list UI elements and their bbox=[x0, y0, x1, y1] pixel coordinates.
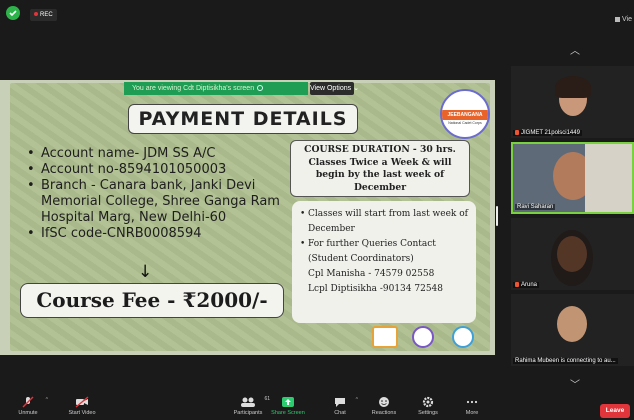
participant-hair bbox=[551, 230, 593, 286]
recording-badge[interactable]: REC bbox=[30, 9, 57, 21]
reactions-label: Reactions bbox=[371, 410, 397, 416]
record-dot-icon bbox=[34, 12, 38, 17]
chat-button[interactable]: Chat ^ bbox=[328, 396, 358, 416]
participant-hair bbox=[555, 76, 591, 98]
participant-name: Rahima Mubeen is connecting to au... bbox=[513, 358, 618, 364]
logo-college-icon bbox=[412, 326, 434, 348]
participant-face bbox=[557, 306, 587, 342]
chat-label: Chat bbox=[334, 410, 346, 416]
video-tile[interactable]: Rahima Mubeen is connecting to au... bbox=[511, 294, 634, 366]
view-options-label: View Options bbox=[310, 85, 352, 92]
start-video-button[interactable]: Start Video bbox=[64, 396, 100, 416]
background-wall bbox=[585, 144, 632, 212]
participant-name-text: JIGMET 21polsci1449 bbox=[521, 130, 580, 136]
muted-mic-icon bbox=[515, 281, 519, 287]
view-menu[interactable]: Vie bbox=[615, 16, 632, 23]
grid-view-icon bbox=[615, 16, 620, 22]
participant-name-text: Ravi Saharan bbox=[517, 204, 554, 210]
partner-logos bbox=[368, 324, 480, 352]
gear-icon bbox=[422, 396, 434, 408]
view-label: Vie bbox=[622, 16, 632, 23]
participants-label: Participants bbox=[233, 410, 263, 416]
course-fee: Course Fee - ₹2000/- bbox=[20, 283, 284, 318]
class-info-box: Classes will start from last week of Dec… bbox=[292, 201, 476, 323]
participant-name: Ravi Saharan bbox=[515, 204, 556, 210]
more-button[interactable]: More bbox=[460, 396, 484, 416]
account-details-list: Account name- JDM SS A/C Account no-8594… bbox=[27, 146, 285, 242]
rec-label: REC bbox=[40, 12, 53, 18]
start-video-label: Start Video bbox=[68, 410, 96, 416]
contact-diptisikha: Lcpl Diptisikha -90134 72548 bbox=[308, 284, 444, 294]
participants-icon bbox=[241, 397, 255, 407]
viewing-banner-text: You are viewing Cdt Diptisikha's screen bbox=[132, 85, 255, 92]
pin-icon bbox=[257, 85, 264, 92]
muted-microphone-icon bbox=[22, 396, 34, 408]
video-tile-active-speaker[interactable]: Ravi Saharan bbox=[511, 142, 634, 214]
top-bar: REC Vie bbox=[0, 0, 634, 30]
down-arrow-icon: ↓ bbox=[138, 262, 153, 282]
participant-name: JIGMET 21polsci1449 bbox=[513, 129, 582, 136]
reactions-icon bbox=[379, 397, 389, 407]
muted-mic-icon bbox=[515, 129, 519, 135]
split-drag-handle[interactable] bbox=[496, 206, 498, 226]
contact-manisha: Cpl Manisha - 74579 02558 bbox=[308, 269, 435, 279]
viewing-banner: You are viewing Cdt Diptisikha's screen bbox=[124, 82, 308, 95]
gallery-down-chevron-icon[interactable]: ﹀ bbox=[569, 376, 581, 391]
logo-badge-icon bbox=[372, 326, 398, 348]
ifsc-code: IfSC code-CNRB0008594 bbox=[27, 226, 285, 242]
class-start-info: Classes will start from last week of Dec… bbox=[298, 207, 470, 237]
view-options-button[interactable]: View Options ⌄ bbox=[310, 82, 359, 95]
more-label: More bbox=[465, 410, 479, 416]
gallery-up-chevron-icon[interactable]: ︿ bbox=[569, 42, 581, 57]
participant-name-text: Aruna bbox=[521, 282, 538, 288]
unmute-button[interactable]: Unmute ^ bbox=[14, 396, 48, 416]
chat-options-caret-icon[interactable]: ^ bbox=[356, 397, 358, 403]
bank-branch: Branch - Canara bank, Janki Devi Memoria… bbox=[27, 178, 285, 226]
security-shield-icon[interactable] bbox=[6, 6, 20, 20]
account-number: Account no-8594101050003 bbox=[27, 162, 285, 178]
video-tile[interactable]: JIGMET 21polsci1449 bbox=[511, 66, 634, 138]
share-screen-icon bbox=[282, 397, 294, 407]
video-tile[interactable]: Aruna bbox=[511, 218, 634, 290]
logo-band: JEEBANGANA bbox=[442, 110, 488, 120]
participant-name: Aruna bbox=[513, 281, 540, 288]
logo-subtitle: National Cadet Corps bbox=[448, 121, 482, 125]
slide-title: PAYMENT DETAILS bbox=[128, 104, 358, 134]
participant-name-text: Rahima Mubeen is connecting to au... bbox=[515, 358, 616, 364]
unmute-label: Unmute bbox=[18, 410, 38, 416]
queries-info: For further Queries Contact (Student Coo… bbox=[298, 237, 470, 267]
participants-button[interactable]: Participants 61 bbox=[228, 396, 270, 416]
leave-button[interactable]: Leave bbox=[600, 404, 630, 418]
chat-icon bbox=[335, 398, 345, 407]
account-name: Account name- JDM SS A/C bbox=[27, 146, 285, 162]
logo-circle-icon bbox=[452, 326, 474, 348]
share-screen-label: Share Screen bbox=[271, 410, 305, 416]
course-duration: COURSE DURATION - 30 hrs. Classes Twice … bbox=[290, 140, 470, 197]
meeting-toolbar: Unmute ^ Start Video Participants 61 Sha… bbox=[0, 395, 634, 420]
ncc-logo: JEEBANGANA National Cadet Corps bbox=[440, 89, 490, 139]
audio-options-caret-icon[interactable]: ^ bbox=[46, 397, 48, 403]
share-screen-button[interactable]: Share Screen bbox=[268, 396, 308, 416]
more-dots-icon bbox=[466, 400, 478, 404]
video-off-icon bbox=[75, 396, 89, 408]
settings-label: Settings bbox=[418, 410, 438, 416]
settings-button[interactable]: Settings bbox=[414, 396, 442, 416]
reactions-button[interactable]: Reactions bbox=[366, 396, 402, 416]
